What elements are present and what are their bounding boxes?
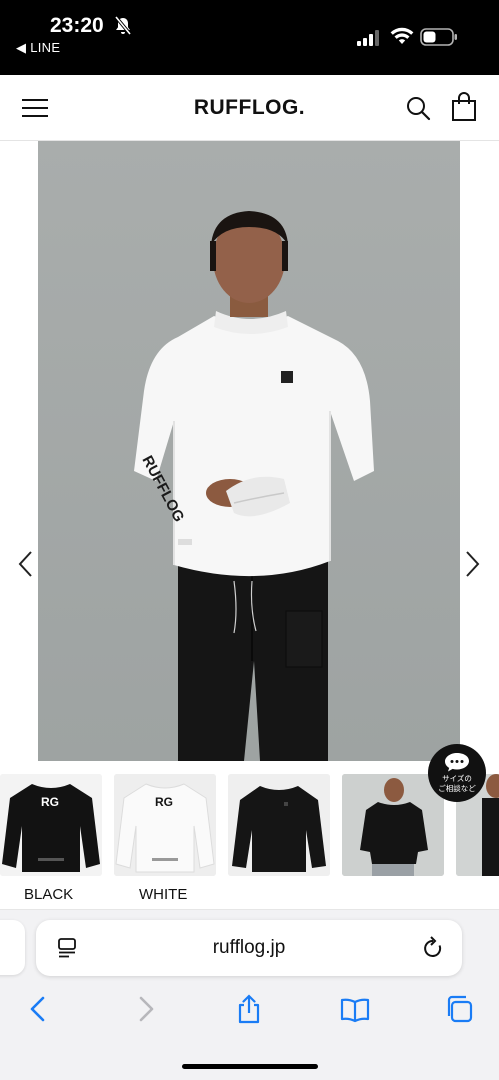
site-header: RUFFLOG. xyxy=(0,75,499,141)
thumb-white-sweatshirt[interactable]: RG xyxy=(114,774,216,876)
bell-off-icon xyxy=(114,16,132,36)
status-time: 23:20 xyxy=(50,14,104,37)
size-consult-button[interactable]: サイズの ご相談など xyxy=(428,744,486,802)
bookmarks-icon[interactable] xyxy=(340,994,370,1024)
consult-label-line2: ご相談など xyxy=(438,784,476,793)
color-variant-thumbnails: RG RG BLACK WHITE xyxy=(0,770,499,910)
black-sweatshirt-image: RG xyxy=(0,774,102,876)
chat-bubble-icon xyxy=(445,753,469,772)
model-wearing-white-sweatshirt: RUFFLOG xyxy=(38,141,460,761)
browser-toolbar: rufflog.jp xyxy=(0,910,499,1080)
white-sweatshirt-image: RG xyxy=(114,774,216,876)
url-text[interactable]: rufflog.jp xyxy=(36,937,462,959)
product-hero-image[interactable]: RUFFLOG xyxy=(38,141,460,761)
tabs-icon[interactable] xyxy=(444,994,474,1024)
signal-icon xyxy=(357,30,379,46)
black-sweatshirt-plain-image xyxy=(228,774,330,876)
status-bar: 23:20 ◀ LINE xyxy=(0,0,499,75)
share-icon[interactable] xyxy=(234,994,264,1024)
forward-icon[interactable] xyxy=(130,994,160,1024)
chevron-left-icon[interactable] xyxy=(14,548,36,580)
home-indicator[interactable] xyxy=(182,1064,318,1069)
chevron-right-icon[interactable] xyxy=(462,548,484,580)
consult-label: サイズの ご相談など xyxy=(428,774,486,794)
reload-icon[interactable] xyxy=(422,936,444,960)
search-icon[interactable] xyxy=(405,95,431,121)
previous-tab-peek[interactable] xyxy=(0,920,25,975)
variant-label-white: WHITE xyxy=(139,886,188,903)
variant-label-black: BLACK xyxy=(24,886,74,903)
back-to-app-link[interactable]: ◀ LINE xyxy=(16,40,60,56)
battery-icon xyxy=(420,28,457,46)
consult-label-line1: サイズの xyxy=(442,774,472,783)
thumb-black-sweatshirt-plain[interactable] xyxy=(228,774,330,876)
back-icon[interactable] xyxy=(24,994,54,1024)
thumb-black-sweatshirt[interactable]: RG xyxy=(0,774,102,876)
shopping-bag-icon[interactable] xyxy=(451,92,477,122)
address-bar[interactable]: rufflog.jp xyxy=(36,920,462,976)
white-print: RG xyxy=(155,795,173,809)
wifi-icon xyxy=(390,27,414,44)
black-print: RG xyxy=(41,795,59,809)
